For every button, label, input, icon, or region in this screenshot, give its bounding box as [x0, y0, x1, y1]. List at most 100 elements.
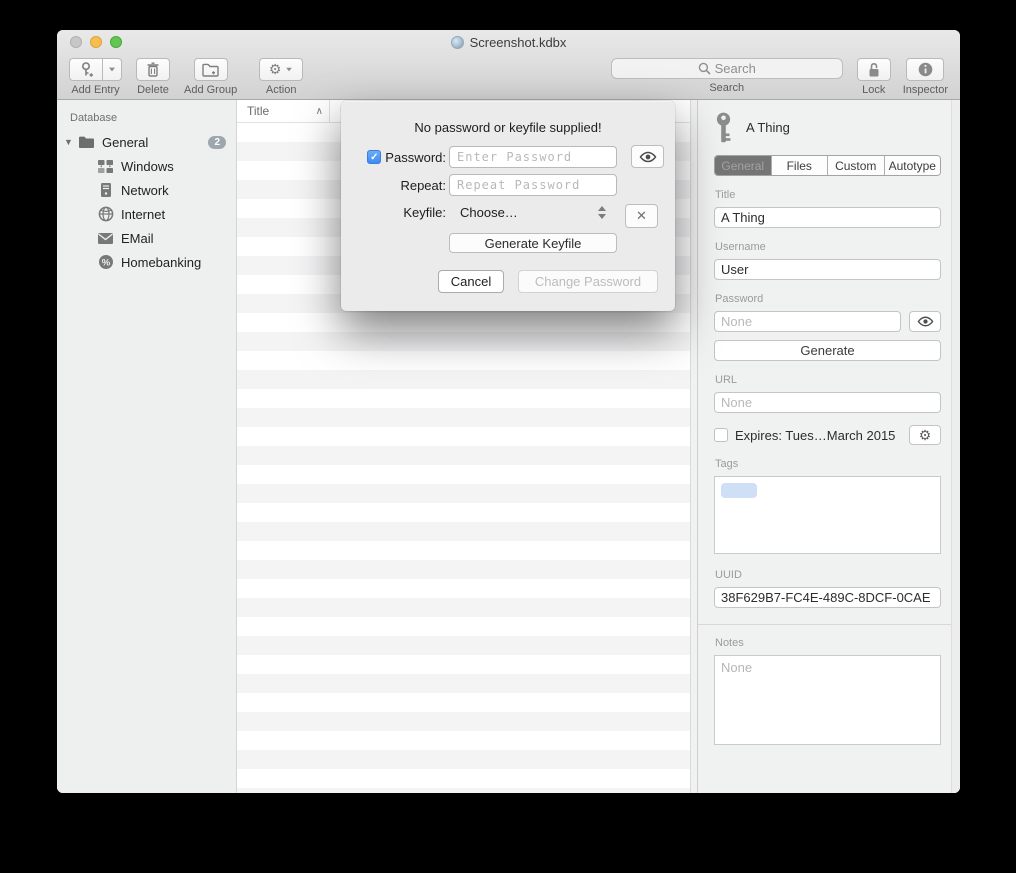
- add-group-button[interactable]: [194, 58, 228, 81]
- tab-files[interactable]: Files: [771, 156, 828, 175]
- tab-custom[interactable]: Custom: [827, 156, 884, 175]
- keyfile-popup[interactable]: Choose…: [460, 205, 612, 220]
- inspector-button[interactable]: [906, 58, 944, 81]
- table-scrollbar[interactable]: [690, 100, 698, 793]
- dialog-repeat-label: Repeat:: [400, 178, 446, 193]
- delete-button[interactable]: [136, 58, 170, 81]
- generate-button[interactable]: Generate: [714, 340, 941, 361]
- reveal-password-button[interactable]: [631, 145, 664, 168]
- search-label: Search: [709, 82, 744, 94]
- percent-icon: %: [98, 254, 114, 270]
- window-title: Screenshot.kdbx: [470, 35, 567, 50]
- lock-icon: [867, 62, 881, 78]
- toolbar: Add Entry Delete Add Group ⚙ Action: [57, 55, 960, 96]
- titlebar: Screenshot.kdbx: [57, 30, 960, 55]
- sidebar-item-internet[interactable]: Internet: [57, 202, 236, 226]
- eye-icon: [917, 316, 934, 327]
- username-label: Username: [715, 241, 941, 253]
- tab-general[interactable]: General: [715, 156, 771, 175]
- change-password-button[interactable]: Change Password: [518, 270, 658, 293]
- sidebar-item-label: Internet: [121, 207, 165, 222]
- notes-field[interactable]: [714, 655, 941, 745]
- inspector-panel: A Thing General Files Custom Autotype Ti…: [698, 100, 960, 793]
- expires-settings-button[interactable]: ⚙: [909, 425, 941, 445]
- cancel-button[interactable]: Cancel: [438, 270, 504, 293]
- folder-plus-icon: [202, 63, 219, 77]
- keyfile-selected-value: Choose…: [460, 205, 598, 220]
- sidebar-group-label: General: [102, 135, 148, 150]
- expires-label: Expires: Tues…March 2015: [735, 428, 902, 443]
- inspector-scrollbar[interactable]: [951, 100, 960, 793]
- dialog-keyfile-label: Keyfile:: [403, 205, 446, 220]
- search-placeholder: Search: [715, 61, 756, 76]
- close-button[interactable]: [70, 36, 82, 48]
- envelope-icon: [97, 232, 114, 245]
- tags-field[interactable]: [714, 476, 941, 554]
- title-field[interactable]: [714, 207, 941, 228]
- folder-icon: [78, 135, 95, 149]
- key-plus-icon: [78, 62, 94, 78]
- add-group-label: Add Group: [184, 84, 237, 96]
- url-field[interactable]: [714, 392, 941, 413]
- password-checkbox[interactable]: ✓: [367, 150, 381, 164]
- search-input[interactable]: Search: [611, 58, 843, 79]
- key-icon: [714, 112, 733, 143]
- uuid-label: UUID: [715, 569, 941, 581]
- tags-label: Tags: [715, 458, 941, 470]
- traffic-lights: [70, 36, 122, 48]
- url-label: URL: [715, 374, 941, 386]
- clear-keyfile-button[interactable]: ✕: [625, 204, 658, 228]
- username-field[interactable]: [714, 259, 941, 280]
- add-entry-button[interactable]: [69, 58, 103, 81]
- sidebar-group-general[interactable]: ▼ General 2: [57, 130, 236, 154]
- tag-token[interactable]: [721, 483, 757, 498]
- reveal-password-button[interactable]: [909, 311, 941, 332]
- globe-icon: [98, 206, 114, 222]
- column-header-title[interactable]: Title ∧: [237, 100, 330, 122]
- sidebar-item-email[interactable]: EMail: [57, 226, 236, 250]
- uuid-field[interactable]: [714, 587, 941, 608]
- chevron-down-icon: [287, 68, 293, 72]
- inspector-tabs: General Files Custom Autotype: [714, 155, 941, 176]
- sidebar-item-label: Network: [121, 183, 169, 198]
- chevron-down-icon: [109, 68, 115, 72]
- window-chrome: Screenshot.kdbx Add Entry Del: [57, 30, 960, 100]
- sidebar-item-homebanking[interactable]: % Homebanking: [57, 250, 236, 274]
- change-password-dialog: No password or keyfile supplied! ✓ Passw…: [341, 101, 675, 311]
- expires-checkbox[interactable]: [714, 428, 728, 442]
- inspector-label: Inspector: [903, 84, 948, 96]
- entry-title: A Thing: [746, 120, 790, 135]
- sidebar-item-windows[interactable]: Windows: [57, 154, 236, 178]
- notes-label: Notes: [715, 637, 941, 649]
- minimize-button[interactable]: [90, 36, 102, 48]
- enter-password-field[interactable]: [449, 146, 617, 168]
- sidebar: Database ▼ General 2 Windows Network Int…: [57, 100, 237, 793]
- group-count-badge: 2: [208, 136, 226, 149]
- dialog-password-label: Password:: [385, 150, 446, 165]
- app-window: Screenshot.kdbx Add Entry Del: [57, 30, 960, 793]
- tab-autotype[interactable]: Autotype: [884, 156, 941, 175]
- sidebar-item-label: Homebanking: [121, 255, 201, 270]
- delete-label: Delete: [137, 84, 169, 96]
- trash-icon: [146, 62, 160, 77]
- generate-keyfile-button[interactable]: Generate Keyfile: [449, 233, 617, 253]
- sidebar-item-network[interactable]: Network: [57, 178, 236, 202]
- password-label: Password: [715, 293, 941, 305]
- gear-icon: ⚙: [919, 427, 932, 444]
- popup-stepper-icon: [598, 206, 606, 219]
- windows-icon: [97, 159, 114, 174]
- add-entry-label: Add Entry: [71, 84, 119, 96]
- sidebar-item-label: Windows: [121, 159, 174, 174]
- repeat-password-field[interactable]: [449, 174, 617, 196]
- add-entry-dropdown-button[interactable]: [103, 58, 122, 81]
- password-field[interactable]: [714, 311, 901, 332]
- action-button[interactable]: ⚙: [259, 58, 303, 81]
- section-divider: [698, 624, 960, 625]
- sidebar-header: Database: [57, 108, 236, 130]
- search-icon: [698, 62, 711, 75]
- eye-icon: [639, 151, 657, 163]
- disclosure-triangle-icon[interactable]: ▼: [64, 137, 78, 147]
- lock-button[interactable]: [857, 58, 891, 81]
- zoom-button[interactable]: [110, 36, 122, 48]
- sidebar-item-label: EMail: [121, 231, 154, 246]
